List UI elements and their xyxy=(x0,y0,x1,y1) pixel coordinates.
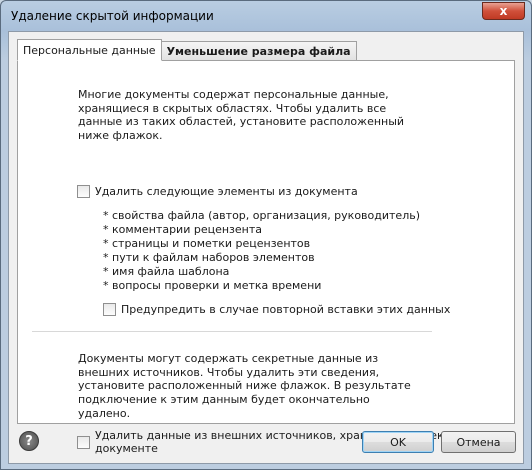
section-divider xyxy=(32,331,432,332)
warn-reinsert-label: Предупредить в случае повторной вставки … xyxy=(121,303,451,316)
external-intro-line: внешних источников. Чтобы удалить эти св… xyxy=(78,365,380,379)
list-item: * пути к файлам наборов элементов xyxy=(103,251,315,264)
remove-items-row[interactable]: Удалить следующие элементы из документа xyxy=(77,185,358,198)
warn-reinsert-checkbox[interactable] xyxy=(103,303,116,316)
ok-button[interactable]: OK xyxy=(362,431,434,453)
close-button[interactable]: x xyxy=(482,2,525,20)
external-data-checkbox[interactable] xyxy=(77,435,90,449)
personal-intro-line: ниже флажок. xyxy=(78,129,163,143)
remove-items-checkbox[interactable] xyxy=(77,185,90,198)
external-intro-line: Документы могут содержать секретные данн… xyxy=(78,352,379,365)
window-title: Удаление скрытой информации xyxy=(11,9,214,23)
external-intro-line: установите расположенный ниже флажок. В … xyxy=(78,379,411,393)
list-item: * вопросы проверки и метка времени xyxy=(103,279,322,292)
close-icon: x xyxy=(499,4,508,18)
tab-panel: Многие документы содержат персональные д… xyxy=(17,60,515,455)
tab-reduce-file-size[interactable]: Уменьшение размера файла xyxy=(160,41,357,61)
removed-items-list: * свойства файла (автор, организация, ру… xyxy=(103,209,420,293)
personal-intro-line: хранящиеся в скрытых областях. Чтобы уда… xyxy=(78,101,387,115)
list-item: * комментарии рецензента xyxy=(103,223,263,236)
external-intro-line: удалено. xyxy=(78,406,131,420)
list-item: * имя файла шаблона xyxy=(103,265,230,278)
tab-personal-data[interactable]: Персональные данные xyxy=(17,39,162,61)
personal-intro-line: Многие документы содержат персональные д… xyxy=(78,88,389,101)
external-intro-line: подключение к этим данным будет окончате… xyxy=(78,393,370,407)
remove-items-label: Удалить следующие элементы из документа xyxy=(95,185,358,198)
dialog-window: Удаление скрытой информации x Персональн… xyxy=(0,0,532,470)
help-icon: ? xyxy=(25,433,33,449)
cancel-button[interactable]: Отмена xyxy=(441,431,516,453)
warn-reinsert-row[interactable]: Предупредить в случае повторной вставки … xyxy=(103,303,450,316)
dialog-client-area: Персональные данные Уменьшение размера ф… xyxy=(8,31,524,464)
list-item: * страницы и пометки рецензентов xyxy=(103,237,311,250)
title-bar[interactable]: Удаление скрытой информации x xyxy=(1,1,531,31)
tab-strip: Персональные данные Уменьшение размера ф… xyxy=(17,39,357,61)
external-intro-text: Документы могут содержать секретные данн… xyxy=(78,352,411,421)
list-item: * свойства файла (автор, организация, ру… xyxy=(103,209,420,222)
help-button[interactable]: ? xyxy=(19,431,39,451)
personal-intro-text: Многие документы содержат персональные д… xyxy=(78,88,404,143)
personal-intro-line: данные из таких областей, установите рас… xyxy=(78,115,405,129)
